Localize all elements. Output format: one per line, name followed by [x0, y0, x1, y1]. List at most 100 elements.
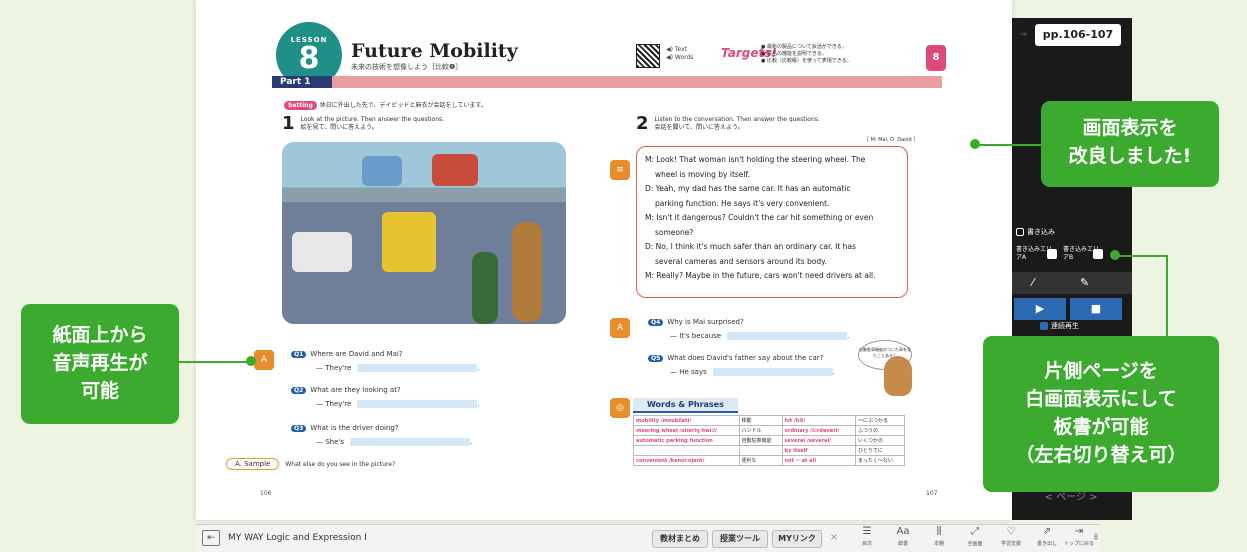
- collapse-sidebar-icon[interactable]: ⇥: [1014, 24, 1032, 46]
- word-cell[interactable]: by itself: [781, 445, 857, 456]
- bookshelf-icon: ⫼: [936, 526, 942, 537]
- meaning-cell: いくつかの: [855, 435, 905, 446]
- area-a-icon[interactable]: [1047, 249, 1057, 259]
- fullscreen-tool[interactable]: ⤢ 全画面: [956, 526, 994, 550]
- dialog-line: D: No, I think it's much safer than an o…: [645, 242, 856, 251]
- table-row: convenient /kənví:njənt/便利な not ~ at all ま…: [633, 455, 905, 466]
- dialog-line: parking function. He says it's very conv…: [655, 198, 830, 208]
- materials-button[interactable]: 教材まとめ: [652, 530, 708, 548]
- question-row: Q5 What does David's father say about the…: [648, 354, 823, 362]
- callout-display: 画面表示を 改良しました!: [1042, 102, 1218, 186]
- lesson-title: Future Mobility: [351, 40, 518, 62]
- connector-dot: [970, 139, 980, 149]
- car-shape: [362, 156, 402, 186]
- instruction-number: 1: [282, 113, 295, 134]
- dialog-line: someone?: [655, 227, 694, 237]
- dialog-box: M: Look! That woman isn't holding the st…: [636, 146, 908, 298]
- instruction-jp: 絵を見て、問いに答えよう。: [300, 124, 378, 131]
- stop-button[interactable]: ■: [1070, 298, 1122, 320]
- sample-row: A. Sample What else do you see in the pic…: [226, 458, 395, 470]
- area-b-icon[interactable]: [1093, 249, 1103, 259]
- exit-icon[interactable]: ⇤: [202, 530, 220, 546]
- answer-blank[interactable]: [357, 400, 478, 408]
- sample-text: What else do you see in the picture?: [285, 461, 396, 468]
- word-cell[interactable]: ordinary /ɔ́:rdənèri/: [781, 425, 857, 436]
- answer-blank[interactable]: [712, 368, 833, 376]
- car-shape: [382, 212, 436, 272]
- answer-row: — It's because.: [670, 332, 850, 340]
- qr-code-icon[interactable]: [636, 44, 660, 68]
- pencil-icon[interactable]: ✎: [1080, 276, 1089, 289]
- illustration-parking: [282, 142, 566, 324]
- callout-audio: 紙面上から 音声再生が 可能: [22, 305, 178, 423]
- word-cell[interactable]: convenient /kənví:njənt/: [633, 455, 740, 466]
- person-shape: [472, 252, 498, 324]
- support-tool[interactable]: ♡ 学習支援: [992, 526, 1030, 550]
- word-cell[interactable]: mobility /moubíləti/: [633, 415, 740, 426]
- write-checkbox[interactable]: [1016, 228, 1024, 236]
- word-cell[interactable]: automatic parking function: [633, 435, 740, 446]
- answer-blank[interactable]: [727, 332, 848, 340]
- sample-button[interactable]: A. Sample: [226, 458, 280, 470]
- answer-row: — He says.: [670, 368, 835, 376]
- bookshelf-tool[interactable]: ⫼ 本棚: [920, 526, 958, 550]
- page-nav[interactable]: < ページ >: [1015, 488, 1127, 508]
- rabbit-mascot: [884, 356, 912, 396]
- play-button[interactable]: ▶: [1014, 298, 1066, 320]
- connector-dot: [246, 356, 256, 366]
- dialog-line: wheel is moving by itself.: [655, 169, 750, 179]
- word-cell[interactable]: not ~ at all: [781, 455, 857, 466]
- export-icon: ⇗: [1042, 526, 1052, 537]
- dialog-line: M: Isn't it dangerous? Couldn't the car …: [645, 213, 874, 222]
- callout-connector: [1166, 255, 1168, 337]
- meaning-cell: 自動駐車機能: [738, 435, 783, 446]
- words-audio-icon[interactable]: ◎: [610, 398, 630, 418]
- meaning-cell: ひとりでに: [855, 445, 905, 456]
- instruction-jp: 会話を聞いて、問いに答えよう。: [654, 124, 744, 131]
- page-range[interactable]: pp.106-107: [1035, 24, 1121, 46]
- toolbar-toggle-icon[interactable]: ⇟: [1090, 526, 1102, 550]
- meaning-cell: ～にぶつかる: [855, 415, 905, 426]
- tool-label: 辞書: [897, 541, 908, 547]
- pen-off-icon[interactable]: ⁄: [1032, 276, 1034, 289]
- dictionary-tool[interactable]: Aa 辞書: [884, 526, 922, 550]
- back-to-top-icon: ⇥: [1074, 526, 1084, 537]
- page-tab: 8: [926, 45, 946, 71]
- tool-label: 本棚: [933, 541, 944, 547]
- heart-icon: ♡: [1006, 526, 1016, 537]
- answer-blank[interactable]: [357, 364, 478, 372]
- dictionary-icon: Aa: [896, 526, 910, 537]
- word-cell[interactable]: steering wheel /stíəriŋ hwì:l/: [633, 425, 740, 436]
- close-icon[interactable]: ×: [826, 526, 842, 550]
- answer-prefix: — They're: [316, 400, 352, 408]
- answer-row: — They're.: [316, 400, 480, 408]
- callout-connector: [1116, 255, 1168, 257]
- audio-play-icon[interactable]: A: [254, 350, 274, 370]
- question-row: Q4 Why is Mai surprised?: [648, 318, 744, 326]
- words-table: mobility /moubíləti/移動 hit /hít/～にぶつかる st…: [633, 415, 905, 466]
- instruction-1: 1 Look at the picture. Then answer the q…: [282, 113, 444, 134]
- text-audio-icon[interactable]: ≡: [610, 160, 630, 180]
- class-tools-button[interactable]: 授業ツール: [712, 530, 768, 548]
- setting-line: Setting 休日に外出した先で、デイビッドと麻衣が会話をしています。: [284, 100, 487, 110]
- dialog-line: D: Yeah, my dad has the same car. It has…: [645, 184, 851, 193]
- dialog-line: several cameras and sensors around its b…: [655, 256, 827, 266]
- answer-blank[interactable]: [349, 438, 470, 446]
- continuous-play-checkbox[interactable]: [1040, 322, 1048, 330]
- instruction-text: Listen to the conversation. Then answer …: [654, 116, 820, 123]
- answer-row: — They're.: [316, 364, 480, 372]
- word-cell[interactable]: several /sévərəl/: [781, 435, 857, 446]
- car-shape: [432, 154, 478, 186]
- page-number-right: 107: [926, 490, 938, 497]
- tool-label: 全画面: [967, 541, 983, 547]
- continuous-play-label: 連続再生: [1051, 322, 1079, 330]
- dialog-line: M: Look! That woman isn't holding the st…: [645, 155, 866, 164]
- question-row: Q3 What is the driver doing?: [291, 424, 399, 432]
- my-link-button[interactable]: MYリンク: [772, 530, 822, 548]
- textbook-spread: LESSON 8 Future Mobility 未来の技術を想像しよう［比較❶…: [196, 0, 1012, 520]
- word-cell[interactable]: [633, 445, 740, 456]
- word-cell[interactable]: hit /hít/: [781, 415, 857, 426]
- toc-tool[interactable]: ☰ 目次: [848, 526, 886, 550]
- list-icon: ☰: [862, 526, 872, 537]
- audio-play-icon[interactable]: A: [610, 318, 630, 338]
